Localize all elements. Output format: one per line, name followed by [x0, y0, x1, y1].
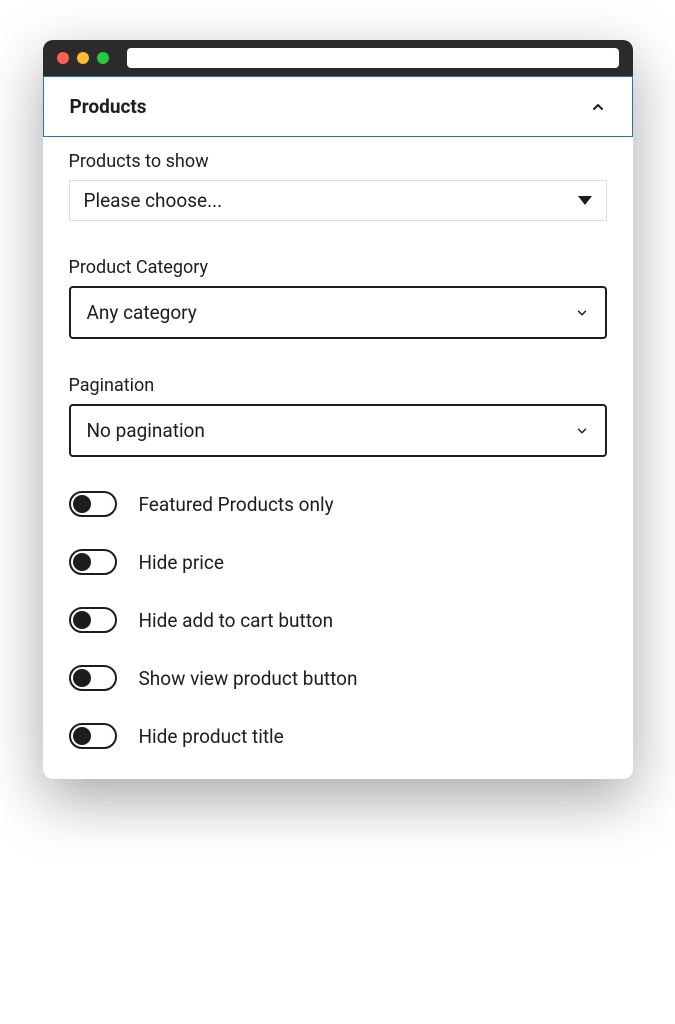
product-category-value: Any category [87, 301, 197, 324]
products-to-show-select[interactable]: Please choose... [69, 180, 607, 221]
pagination-select[interactable]: No pagination [69, 404, 607, 457]
hide-price-toggle[interactable] [69, 549, 117, 575]
product-category-select[interactable]: Any category [69, 286, 607, 339]
products-to-show-value: Please choose... [84, 189, 223, 212]
featured-products-toggle-label: Featured Products only [139, 493, 334, 516]
products-to-show-field: Products to show Please choose... [69, 151, 607, 221]
pagination-value: No pagination [87, 419, 205, 442]
hide-add-to-cart-toggle-row: Hide add to cart button [69, 607, 607, 633]
triangle-down-icon [578, 196, 592, 205]
products-to-show-label: Products to show [69, 151, 607, 172]
pagination-label: Pagination [69, 375, 607, 396]
url-bar[interactable] [127, 48, 619, 68]
chevron-up-icon [590, 99, 606, 115]
product-category-field: Product Category Any category [69, 257, 607, 339]
products-panel-header[interactable]: Products [43, 76, 633, 137]
window-close-icon[interactable] [57, 52, 69, 64]
hide-price-toggle-label: Hide price [139, 551, 224, 574]
window-titlebar [43, 40, 633, 76]
window-minimize-icon[interactable] [77, 52, 89, 64]
hide-product-title-toggle-row: Hide product title [69, 723, 607, 749]
featured-products-toggle[interactable] [69, 491, 117, 517]
featured-products-toggle-row: Featured Products only [69, 491, 607, 517]
products-panel-body: Products to show Please choose... Produc… [43, 137, 633, 779]
window-maximize-icon[interactable] [97, 52, 109, 64]
toggles-group: Featured Products only Hide price Hide a… [69, 491, 607, 749]
pagination-field: Pagination No pagination [69, 375, 607, 457]
chevron-down-icon [575, 306, 589, 320]
chevron-down-icon [575, 424, 589, 438]
hide-add-to-cart-toggle-label: Hide add to cart button [139, 609, 334, 632]
product-category-label: Product Category [69, 257, 607, 278]
hide-product-title-toggle[interactable] [69, 723, 117, 749]
show-view-product-toggle[interactable] [69, 665, 117, 691]
hide-price-toggle-row: Hide price [69, 549, 607, 575]
show-view-product-toggle-row: Show view product button [69, 665, 607, 691]
settings-window: Products Products to show Please choose.… [43, 40, 633, 779]
show-view-product-toggle-label: Show view product button [139, 667, 358, 690]
panel-title: Products [70, 95, 147, 118]
hide-product-title-toggle-label: Hide product title [139, 725, 284, 748]
hide-add-to-cart-toggle[interactable] [69, 607, 117, 633]
